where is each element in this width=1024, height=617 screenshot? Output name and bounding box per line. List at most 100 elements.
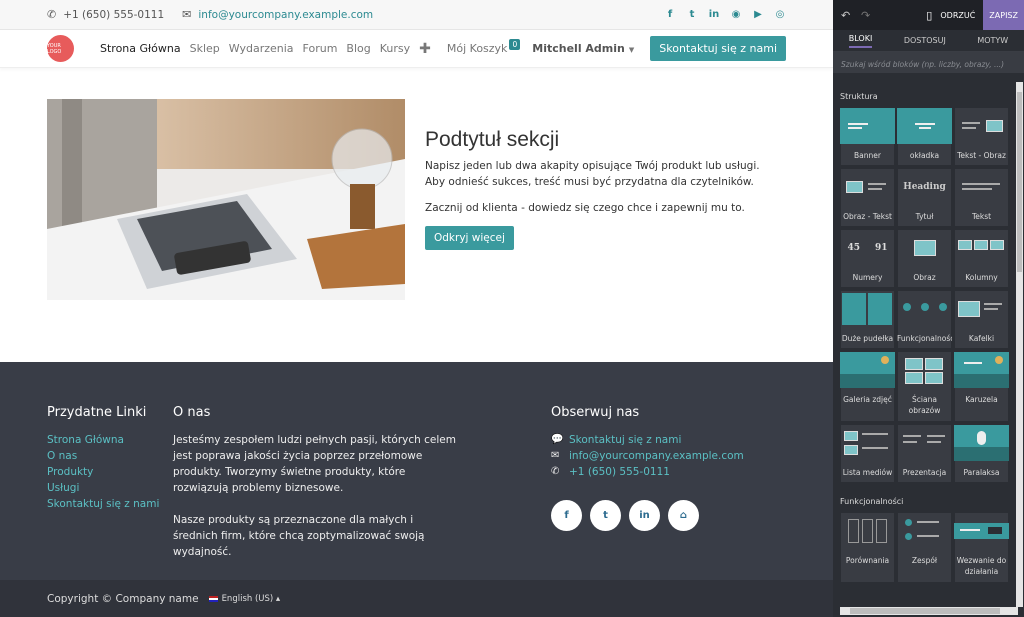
top-email[interactable]: ✉ info@yourcompany.example.com: [182, 8, 373, 21]
editor-toolbar: ↶ ↷ ▯ ODRZUĆ ZAPISZ: [833, 0, 1024, 30]
footer-about-text: Nasze produkty są przeznaczone dla małyc…: [173, 514, 425, 558]
footer-link[interactable]: Skontaktuj się z nami: [47, 496, 167, 512]
cart-link[interactable]: Mój Koszyk 0: [447, 39, 521, 55]
block-comparisons[interactable]: Porównania: [840, 512, 895, 583]
menu-item-blog[interactable]: Blog: [346, 42, 370, 55]
linkedin-icon[interactable]: in: [708, 9, 720, 21]
main-menu: Strona Główna Sklep Wydarzenia Forum Blo…: [100, 39, 521, 57]
footer-link[interactable]: Strona Główna: [47, 432, 167, 448]
logo[interactable]: YOUR LOGO: [47, 35, 74, 62]
block-text-image[interactable]: Tekst - Obraz: [954, 107, 1009, 166]
block-image-gallery[interactable]: Galeria zdjęć: [840, 351, 895, 422]
redo-icon[interactable]: ↷: [861, 9, 873, 22]
block-image-wall[interactable]: Ściana obrazów: [897, 351, 952, 422]
block-features[interactable]: Funkcjonalności: [897, 290, 952, 349]
youtube-icon[interactable]: ▶: [752, 9, 764, 21]
footer-about-title: O nas: [173, 405, 211, 420]
block-text[interactable]: Tekst: [954, 168, 1009, 227]
menu-item-courses[interactable]: Kursy: [380, 42, 410, 55]
scrollbar-thumb[interactable]: [1017, 92, 1022, 272]
facebook-icon[interactable]: f: [664, 9, 676, 21]
user-menu[interactable]: Mitchell Admin ▼: [532, 42, 634, 55]
language-selector[interactable]: English (US) ▴: [208, 594, 280, 604]
home-icon[interactable]: ⌂: [668, 500, 699, 531]
block-numbers[interactable]: 45 91 Numery: [840, 229, 895, 288]
tab-customize[interactable]: DOSTOSUJ: [904, 36, 946, 45]
editor-scrollbar-vertical[interactable]: [1016, 82, 1023, 607]
menu-item-home[interactable]: Strona Główna: [100, 42, 181, 55]
footer-social-links: f t in ⌂: [551, 500, 811, 531]
structure-section-title: Struktura: [840, 92, 878, 101]
block-big-boxes[interactable]: Duże pudełka: [840, 290, 895, 349]
tab-theme[interactable]: MOTYW: [977, 36, 1008, 45]
undo-icon[interactable]: ↶: [841, 9, 853, 22]
add-menu-item-icon[interactable]: ✚: [419, 41, 431, 57]
block-image-text[interactable]: Obraz - Tekst: [840, 168, 895, 227]
blocks-list: Struktura Banner okładka Tekst - Obraz O…: [833, 82, 1017, 607]
save-button[interactable]: ZAPISZ: [983, 0, 1024, 30]
features-blocks-grid: Porównania Zespół Wezwanie do działania: [833, 506, 1017, 583]
envelope-icon: ✉: [182, 8, 192, 21]
menu-item-forum[interactable]: Forum: [303, 42, 338, 55]
editor-tabs: BLOKI DOSTOSUJ MOTYW: [833, 30, 1024, 52]
main-navbar: YOUR LOGO Strona Główna Sklep Wydarzenia…: [0, 30, 833, 68]
comment-icon: 💬: [551, 434, 564, 445]
linkedin-icon[interactable]: in: [629, 500, 660, 531]
block-cover[interactable]: okładka: [897, 107, 952, 166]
block-presentation[interactable]: Prezentacja: [897, 424, 952, 483]
footer: Przydatne Linki Strona Główna O nas Prod…: [0, 362, 833, 580]
features-section-title: Funkcjonalności: [840, 497, 904, 506]
github-icon[interactable]: ◉: [730, 9, 742, 21]
facebook-icon[interactable]: f: [551, 500, 582, 531]
footer-about-text: Jesteśmy zespołem ludzi pełnych pasji, k…: [173, 434, 456, 494]
contact-us-button[interactable]: Skontaktuj się z nami: [650, 36, 786, 61]
block-tiles[interactable]: Kafelki: [954, 290, 1009, 349]
footer-email-row: ✉ info@yourcompany.example.com: [551, 450, 744, 462]
website-preview: ✆ +1 (650) 555-0111 ✉ info@yourcompany.e…: [0, 0, 833, 617]
caret-down-icon: ▼: [628, 46, 635, 54]
editor-scrollbar-horizontal[interactable]: [840, 607, 1018, 615]
footer-links-title: Przydatne Linki: [47, 405, 147, 420]
discard-button[interactable]: ODRZUĆ: [940, 11, 975, 20]
top-social-links: f t in ◉ ▶ ◎: [664, 9, 786, 21]
discover-more-button[interactable]: Odkryj więcej: [425, 226, 514, 250]
footer-follow-title: Obserwuj nas: [551, 405, 640, 420]
block-banner[interactable]: Banner: [840, 107, 895, 166]
envelope-icon: ✉: [551, 450, 560, 461]
footer-link[interactable]: Usługi: [47, 480, 167, 496]
block-image[interactable]: Obraz: [897, 229, 952, 288]
instagram-icon[interactable]: ◎: [774, 9, 786, 21]
menu-item-shop[interactable]: Sklep: [190, 42, 220, 55]
block-call-to-action[interactable]: Wezwanie do działania: [954, 512, 1009, 583]
block-media-list[interactable]: Lista mediów: [840, 424, 895, 483]
block-parallax[interactable]: Paralaksa: [954, 424, 1009, 483]
menu-item-events[interactable]: Wydarzenia: [229, 42, 294, 55]
cart-count-badge: 0: [509, 39, 521, 50]
footer-about-column: O nas Jesteśmy zespołem ludzi pełnych pa…: [173, 405, 458, 560]
twitter-icon[interactable]: t: [686, 9, 698, 21]
footer-follow-column: Obserwuj nas 💬 Skontaktuj się z nami ✉ inf…: [551, 405, 811, 531]
block-carousel[interactable]: Karuzela: [954, 351, 1009, 422]
website-editor-panel: ↶ ↷ ▯ ODRZUĆ ZAPISZ BLOKI DOSTOSUJ MOTYW…: [833, 0, 1024, 617]
us-flag-icon: [208, 595, 218, 602]
hero-section: Podtytuł sekcji Napisz jeden lub dwa aka…: [0, 69, 833, 362]
hero-image[interactable]: [47, 99, 405, 300]
block-columns[interactable]: Kolumny: [954, 229, 1009, 288]
footer-link[interactable]: O nas: [47, 448, 167, 464]
footer-link[interactable]: Produkty: [47, 464, 167, 480]
twitter-icon[interactable]: t: [590, 500, 621, 531]
top-phone: ✆ +1 (650) 555-0111: [47, 8, 165, 21]
tab-blocks[interactable]: BLOKI: [848, 34, 873, 48]
block-team[interactable]: Zespół: [897, 512, 952, 583]
hero-paragraph: Zacznij od klienta - dowiedz się czego c…: [425, 202, 745, 214]
hero-text: Podtytuł sekcji Napisz jeden lub dwa aka…: [425, 128, 765, 250]
structure-blocks-grid: Banner okładka Tekst - Obraz Obraz - Tek…: [833, 101, 1017, 483]
block-title[interactable]: Heading Tytuł: [897, 168, 952, 227]
footer-contact-row: 💬 Skontaktuj się z nami: [551, 434, 682, 446]
block-search-input[interactable]: Szukaj wśród bloków (np. liczby, obrazy,…: [833, 52, 1024, 74]
footer-phone-row: ✆ +1 (650) 555-0111: [551, 466, 670, 478]
hero-paragraph: Napisz jeden lub dwa akapity opisujące T…: [425, 160, 760, 188]
mobile-preview-icon[interactable]: ▯: [926, 9, 932, 22]
top-bar: ✆ +1 (650) 555-0111 ✉ info@yourcompany.e…: [0, 0, 833, 30]
scrollbar-thumb[interactable]: [850, 608, 1000, 614]
